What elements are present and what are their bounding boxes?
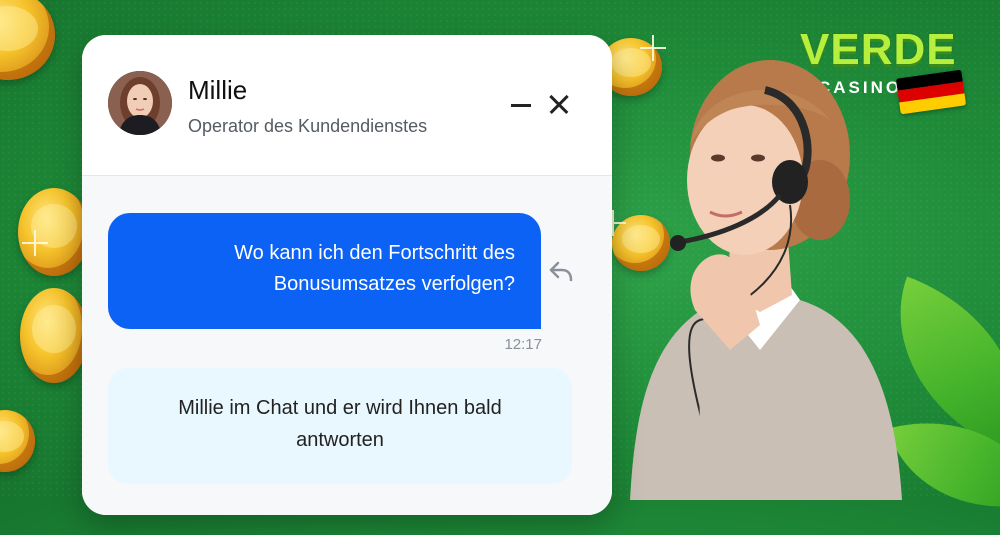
chat-window: Millie Operator des Kundendienstes Wo ka… [82, 35, 612, 515]
sparkle-decoration [22, 230, 48, 256]
chat-messages: Wo kann ich den Fortschritt des Bonusums… [82, 176, 612, 515]
avatar-portrait-icon [108, 71, 172, 135]
operator-role: Operator des Kundendienstes [188, 116, 428, 136]
user-message-bubble: Wo kann ich den Fortschritt des Bonusums… [108, 213, 541, 329]
close-button[interactable] [544, 89, 574, 119]
operator-name: Millie [188, 75, 248, 105]
reply-icon[interactable] [548, 260, 574, 282]
operator-avatar [108, 71, 172, 135]
support-agent-illustration [630, 60, 902, 500]
minimize-button[interactable] [506, 89, 536, 119]
chat-header: Millie Operator des Kundendienstes [82, 35, 612, 176]
message-timestamp: 12:17 [504, 336, 542, 353]
coin-decoration [20, 288, 88, 383]
operator-message-bubble: Millie im Chat und er wird Ihnen bald an… [108, 368, 572, 484]
